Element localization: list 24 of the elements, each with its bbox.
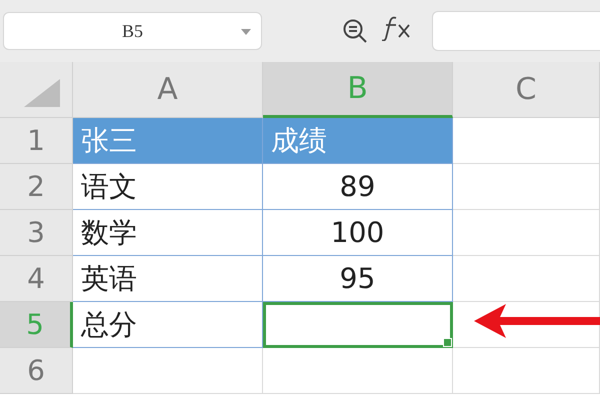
- name-box[interactable]: B5: [3, 12, 262, 50]
- formula-field[interactable]: [432, 11, 600, 51]
- row-header[interactable]: 6: [0, 348, 73, 394]
- row-header[interactable]: 5: [0, 302, 73, 348]
- row-header[interactable]: 2: [0, 164, 73, 210]
- column-header[interactable]: A: [73, 62, 263, 118]
- column-header[interactable]: C: [453, 62, 600, 118]
- table-cell: 张三: [73, 118, 263, 164]
- column-header[interactable]: B: [263, 62, 453, 118]
- table-cell: 数学: [73, 210, 263, 256]
- row-header[interactable]: 4: [0, 256, 73, 302]
- table-cell: 95: [263, 256, 453, 302]
- caret-icon: [241, 29, 251, 35]
- table-cell: 总分: [73, 302, 263, 348]
- row-header[interactable]: 3: [0, 210, 73, 256]
- zoom-out-icon[interactable]: [342, 18, 368, 44]
- selected-cell[interactable]: [263, 302, 453, 348]
- row-header[interactable]: 1: [0, 118, 73, 164]
- table-cell: 语文: [73, 164, 263, 210]
- table-cell: 100: [263, 210, 453, 256]
- table-cell: 成绩: [263, 118, 453, 164]
- table-cell: 英语: [73, 256, 263, 302]
- fill-handle[interactable]: [443, 338, 452, 347]
- table-cell: 89: [263, 164, 453, 210]
